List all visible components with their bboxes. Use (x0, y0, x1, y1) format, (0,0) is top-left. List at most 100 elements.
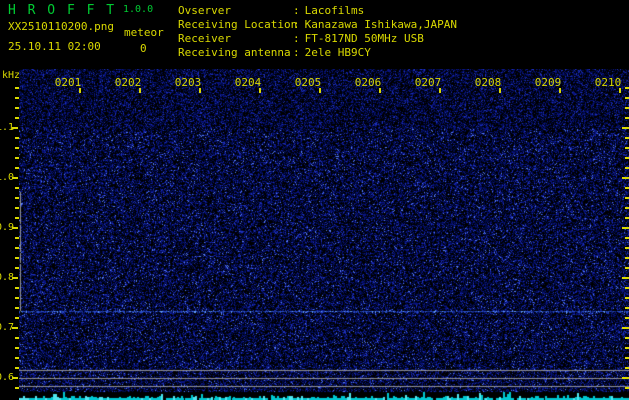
datetime-label: 25.10.11 02:00 (8, 40, 101, 53)
freq-minor-tick-right (625, 337, 629, 339)
minute-tick (559, 88, 561, 93)
info-label: Receiver (178, 32, 293, 46)
freq-minor-tick-right (625, 237, 629, 239)
minute-tick (259, 88, 261, 93)
info-separator: : (293, 32, 300, 46)
freq-minor-tick-right (625, 97, 629, 99)
freq-minor-tick-right (625, 147, 629, 149)
freq-minor-tick-right (625, 187, 629, 189)
time-tick-label: 0204 (234, 76, 262, 89)
freq-minor-tick (15, 197, 19, 199)
freq-minor-tick-right (625, 217, 629, 219)
freq-minor-tick (15, 337, 19, 339)
freq-minor-tick-right (625, 107, 629, 109)
freq-major-tick (12, 227, 18, 229)
freq-minor-tick-right (625, 197, 629, 199)
freq-major-tick-right (622, 277, 629, 279)
info-row: Receiving antenna:2ele HB9CY (178, 46, 618, 60)
info-row: Ovserver: Lacofilms (178, 4, 618, 18)
minute-tick (439, 88, 441, 93)
file-name: XX2510110200.png (8, 20, 114, 33)
hrofft-window: H R O F F T 1.0.0 XX2510110200.png meteo… (0, 0, 629, 400)
time-tick-label: 0210 (594, 76, 622, 89)
freq-minor-tick-right (625, 157, 629, 159)
minute-tick (139, 88, 141, 93)
freq-minor-tick-right (625, 317, 629, 319)
freq-minor-tick (15, 237, 19, 239)
info-label: Receiving Location (178, 18, 293, 32)
freq-minor-tick (15, 117, 19, 119)
observer-info-block: Ovserver:LacofilmsReceiving Location:Kan… (178, 4, 618, 60)
freq-minor-tick-right (625, 387, 629, 389)
freq-minor-tick (15, 97, 19, 99)
freq-minor-tick (15, 207, 19, 209)
info-separator: : (293, 46, 300, 60)
meteor-count: 0 (140, 42, 147, 55)
freq-minor-tick (15, 297, 19, 299)
info-row: Receiving Location:Kanazawa Ishikawa,JAP… (178, 18, 618, 32)
freq-minor-tick (15, 307, 19, 309)
info-value: Lacofilms (305, 4, 365, 17)
time-tick-label: 0205 (294, 76, 322, 89)
freq-minor-tick (15, 217, 19, 219)
minute-tick (379, 88, 381, 93)
freq-major-tick (12, 327, 18, 329)
freq-major-tick-right (622, 377, 629, 379)
freq-minor-tick (15, 187, 19, 189)
info-value: 2ele HB9CY (305, 46, 371, 59)
freq-minor-tick-right (625, 347, 629, 349)
spectrogram-canvas (19, 69, 629, 400)
freq-minor-tick-right (625, 267, 629, 269)
minute-tick (619, 88, 621, 93)
time-tick-label: 0206 (354, 76, 382, 89)
time-tick-label: 0207 (414, 76, 442, 89)
freq-minor-tick-right (625, 137, 629, 139)
freq-minor-tick (15, 87, 19, 89)
time-tick-label: 0203 (174, 76, 202, 89)
freq-minor-tick (15, 167, 19, 169)
time-tick-label: 0208 (474, 76, 502, 89)
freq-minor-tick-right (625, 87, 629, 89)
minute-tick (199, 88, 201, 93)
freq-minor-tick-right (625, 167, 629, 169)
khz-axis-label: kHz (2, 70, 20, 81)
info-separator: : (293, 4, 300, 18)
freq-major-tick (12, 127, 18, 129)
freq-minor-tick-right (625, 117, 629, 119)
freq-minor-tick (15, 257, 19, 259)
freq-major-tick-right (622, 177, 629, 179)
freq-major-tick (12, 277, 18, 279)
time-tick-label: 0209 (534, 76, 562, 89)
freq-major-tick (12, 377, 18, 379)
info-label: Ovserver (178, 4, 293, 18)
freq-minor-tick (15, 137, 19, 139)
freq-minor-tick (15, 247, 19, 249)
freq-minor-tick-right (625, 287, 629, 289)
freq-major-tick-right (622, 127, 629, 129)
freq-minor-tick (15, 367, 19, 369)
freq-minor-tick (15, 107, 19, 109)
freq-minor-tick (15, 357, 19, 359)
freq-minor-tick-right (625, 357, 629, 359)
freq-minor-tick-right (625, 297, 629, 299)
freq-minor-tick (15, 317, 19, 319)
info-value: FT-817ND 50MHz USB (305, 32, 424, 45)
freq-major-tick-right (622, 227, 629, 229)
freq-major-tick (12, 177, 18, 179)
info-label: Receiving antenna (178, 46, 293, 60)
freq-minor-tick (15, 157, 19, 159)
freq-minor-tick-right (625, 207, 629, 209)
time-tick-label: 0201 (54, 76, 82, 89)
minute-tick (79, 88, 81, 93)
freq-minor-tick-right (625, 367, 629, 369)
freq-minor-tick (15, 147, 19, 149)
info-row: Receiver: FT-817ND 50MHz USB (178, 32, 618, 46)
minute-tick (499, 88, 501, 93)
app-version: 1.0.0 (123, 4, 153, 15)
freq-minor-tick-right (625, 247, 629, 249)
mode-label: meteor (124, 26, 164, 39)
time-tick-label: 0202 (114, 76, 142, 89)
info-value: Kanazawa Ishikawa,JAPAN (305, 18, 457, 31)
freq-minor-tick (15, 287, 19, 289)
freq-minor-tick (15, 387, 19, 389)
